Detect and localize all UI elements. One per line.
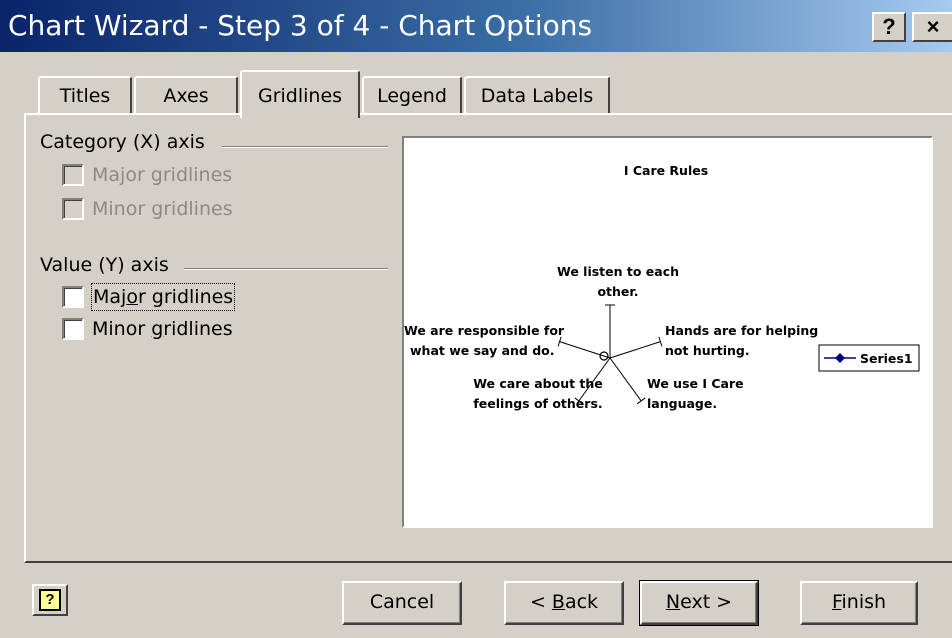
radar-chart: I Care Rules We listen to each other. Hands… <box>404 163 920 411</box>
category-label: We are responsible for <box>404 323 565 338</box>
close-button[interactable]: × <box>912 12 952 42</box>
tab-label: Legend <box>377 85 447 107</box>
value-axis-header: Value (Y) axis <box>40 254 169 276</box>
checkbox-box <box>62 164 84 186</box>
tab-legend[interactable]: Legend <box>362 76 462 114</box>
category-label: We listen to each <box>557 264 679 279</box>
category-label: language. <box>647 396 717 411</box>
checkbox-box <box>62 198 84 220</box>
back-button[interactable]: < Back <box>504 581 624 625</box>
category-label: feelings of others. <box>473 396 602 411</box>
checkbox-label: Major gridlines <box>92 164 233 186</box>
help-caption-button[interactable]: ? <box>872 12 906 42</box>
checkbox-label[interactable]: Major gridlines <box>90 283 236 311</box>
tab-axes[interactable]: Axes <box>134 76 238 114</box>
button-label: Finish <box>831 591 887 613</box>
tab-label: Axes <box>163 85 209 107</box>
tab-label: Data Labels <box>480 85 594 107</box>
category-label: other. <box>597 284 638 299</box>
chart-preview: I Care Rules We listen to each other. Hands… <box>402 136 933 528</box>
category-label: We care about the <box>473 376 603 391</box>
question-mark-icon: ? <box>882 14 896 39</box>
axis-spoke <box>559 341 611 359</box>
category-axis-divider <box>222 146 388 148</box>
chart-title: I Care Rules <box>624 163 708 178</box>
value-axis-divider <box>184 268 388 270</box>
button-label: Cancel <box>369 591 435 613</box>
finish-button[interactable]: Finish <box>800 581 918 625</box>
tab-gridlines[interactable]: Gridlines <box>240 70 360 118</box>
close-icon: × <box>926 14 940 39</box>
window-title: Chart Wizard - Step 3 of 4 - Chart Optio… <box>8 9 593 42</box>
category-label: We use I Care <box>647 376 744 391</box>
category-label: not hurting. <box>665 343 750 358</box>
button-label: Next > <box>665 591 733 613</box>
legend-series-name: Series1 <box>860 351 913 366</box>
category-label: what we say and do. <box>410 343 555 358</box>
tab-label: Gridlines <box>257 85 343 107</box>
axis-spoke <box>609 341 661 359</box>
checkbox-box[interactable] <box>62 286 84 308</box>
tab-label: Titles <box>59 85 111 107</box>
title-bar: Chart Wizard - Step 3 of 4 - Chart Optio… <box>0 0 952 52</box>
button-label: < Back <box>529 591 599 613</box>
cancel-button[interactable]: Cancel <box>342 581 462 625</box>
tab-titles[interactable]: Titles <box>38 76 132 114</box>
checkbox-box[interactable] <box>62 318 84 340</box>
axis-tick <box>636 397 646 405</box>
office-assistant-button[interactable]: ? <box>32 584 68 616</box>
next-button[interactable]: Next > <box>639 580 759 626</box>
checkbox-label: Minor gridlines <box>92 198 233 220</box>
category-label: Hands are for helping <box>665 323 818 338</box>
tab-data-labels[interactable]: Data Labels <box>464 76 610 114</box>
help-icon: ? <box>39 589 61 611</box>
category-axis-header: Category (X) axis <box>40 131 205 153</box>
checkbox-label[interactable]: Minor gridlines <box>92 316 233 342</box>
axis-spoke <box>609 357 642 402</box>
